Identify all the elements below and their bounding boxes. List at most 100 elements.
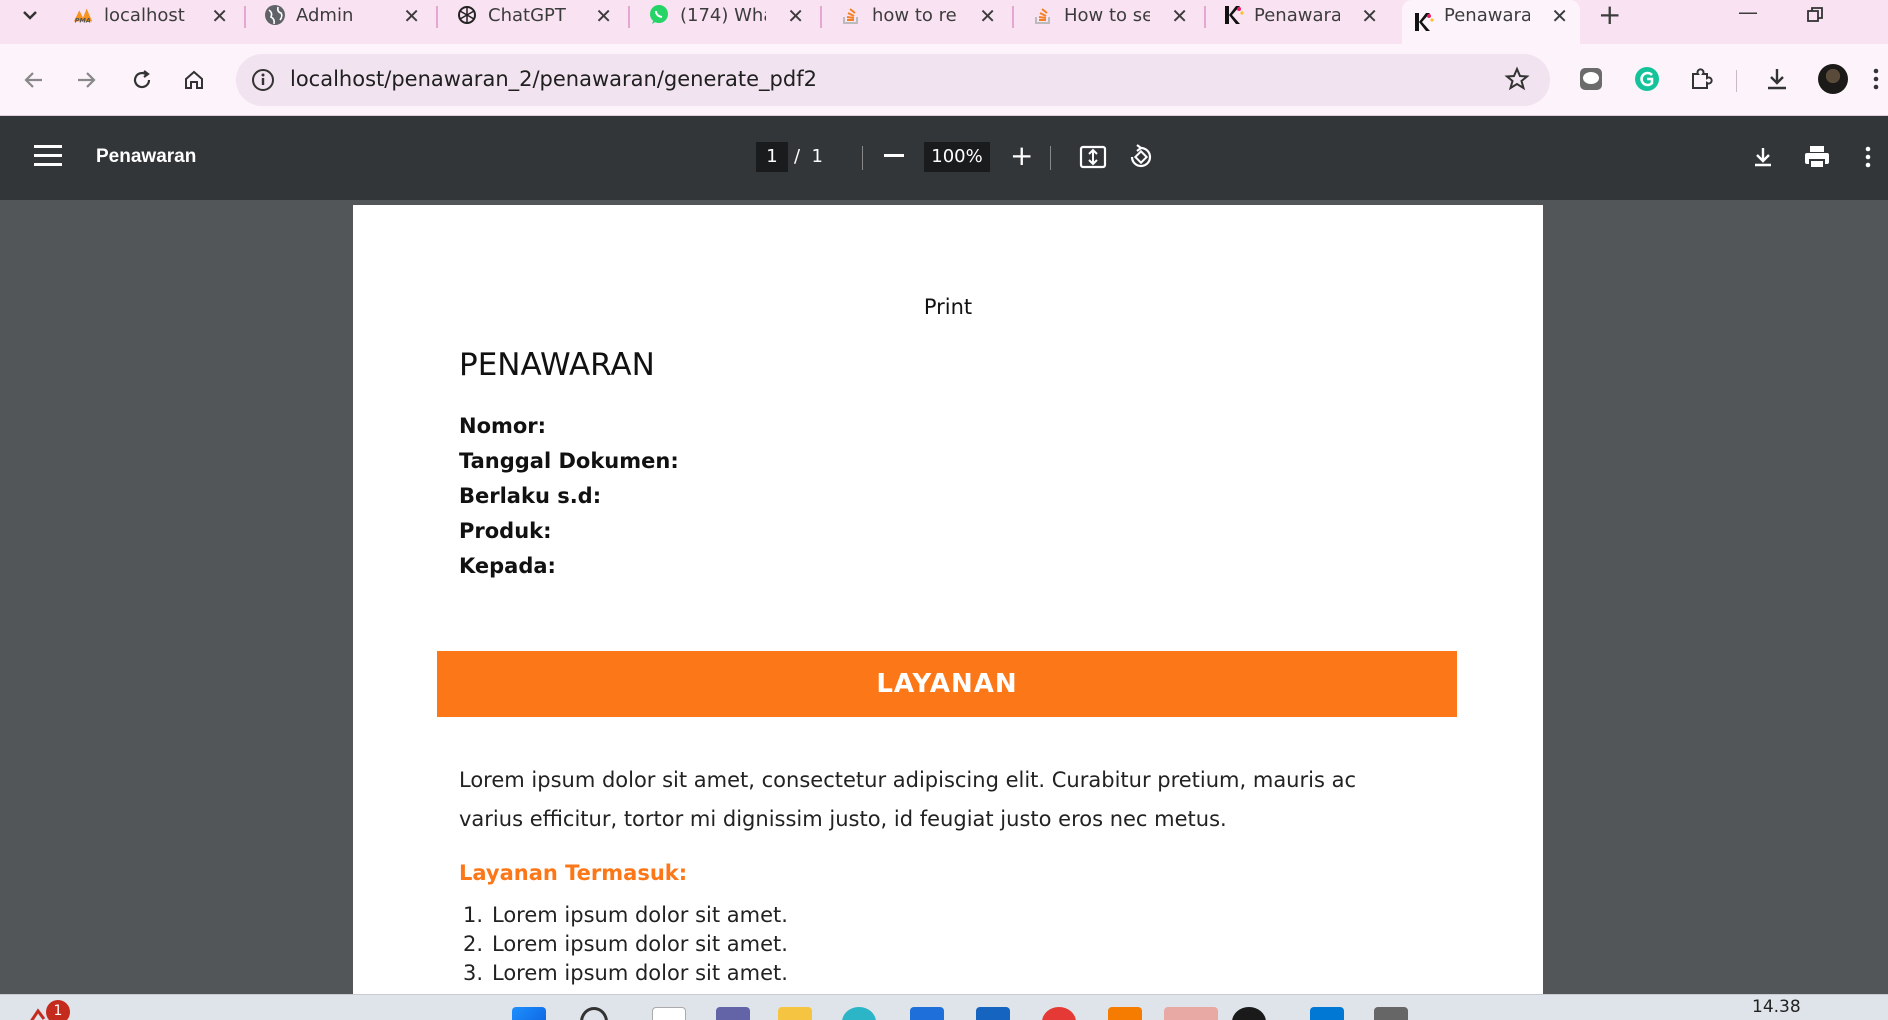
tab-penawaran-active[interactable]: Penawaran ✕ (1402, 0, 1580, 44)
close-tab-icon[interactable]: ✕ (1171, 4, 1188, 28)
pdf-download-button[interactable] (1748, 142, 1778, 172)
tab-separator (820, 6, 822, 28)
start-icon[interactable] (512, 1007, 546, 1020)
close-tab-icon[interactable]: ✕ (979, 4, 996, 28)
chevron-down-icon (23, 11, 37, 20)
zoom-input[interactable]: 100% (924, 142, 990, 172)
address-bar[interactable]: localhost/penawaran_2/penawaran/generate… (236, 54, 1550, 106)
list-item: 1. Lorem ipsum dolor sit amet. (463, 903, 788, 927)
extensions-puzzle-icon[interactable] (1686, 64, 1716, 94)
tab-title: Penawaran (1254, 4, 1340, 26)
toolbar-divider (1736, 70, 1737, 92)
terminal-icon[interactable] (1374, 1007, 1408, 1020)
fit-page-button[interactable] (1078, 142, 1108, 172)
field-tanggal-dokumen: Tanggal Dokumen: (459, 449, 679, 473)
close-tab-icon[interactable]: ✕ (211, 4, 228, 28)
browser-toolbar: localhost/penawaran_2/penawaran/generate… (0, 44, 1888, 116)
profile-avatar[interactable] (1818, 64, 1848, 94)
chrome-profile-icon[interactable] (1232, 1007, 1266, 1020)
back-button[interactable] (16, 62, 52, 98)
reload-button[interactable] (124, 62, 160, 98)
app-icon-red[interactable] (1042, 1007, 1076, 1020)
task-view-icon[interactable] (652, 1007, 686, 1020)
minimize-button[interactable]: — (1738, 0, 1758, 24)
url-text[interactable]: localhost/penawaran_2/penawaran/generate… (290, 67, 817, 91)
home-icon (185, 70, 203, 89)
home-button[interactable] (176, 62, 212, 98)
site-info-icon[interactable] (250, 67, 276, 93)
k-logo-icon (1222, 4, 1244, 26)
restore-button[interactable] (1806, 0, 1824, 29)
pdf-print-button[interactable] (1802, 142, 1832, 172)
tab-title: (174) What (680, 4, 766, 26)
svg-text:PMA: PMA (75, 16, 91, 24)
tab-title: ChatGPT (488, 4, 566, 26)
toolbar-divider (1050, 146, 1051, 170)
tab-whatsapp[interactable]: (174) What ✕ (648, 0, 816, 30)
stackoverflow-icon (1032, 4, 1054, 26)
k-logo-icon (1412, 11, 1434, 33)
store-icon[interactable] (910, 1007, 944, 1020)
close-tab-icon[interactable]: ✕ (1551, 4, 1568, 28)
close-tab-icon[interactable]: ✕ (1361, 4, 1378, 28)
downloads-button[interactable] (1762, 64, 1792, 94)
download-icon (1768, 69, 1786, 90)
line-extension-icon[interactable] (1576, 64, 1606, 94)
field-berlaku: Berlaku s.d: (459, 484, 602, 508)
pdf-more-button[interactable] (1860, 142, 1876, 172)
arrow-left-icon (24, 72, 42, 88)
tab-separator (628, 6, 630, 28)
stackoverflow-icon (840, 4, 862, 26)
close-tab-icon[interactable]: ✕ (787, 4, 804, 28)
page-separator: / (794, 146, 801, 167)
list-item: 3. Lorem ipsum dolor sit amet. (463, 961, 788, 985)
new-tab-button[interactable]: + (1598, 0, 1621, 30)
tab-admin[interactable]: Admin ✕ (264, 0, 432, 30)
zoom-out-button[interactable] (884, 154, 904, 157)
pdf-toolbar: Penawaran 1 / 1 100% + (0, 116, 1888, 200)
tab-title: Admin (296, 4, 354, 26)
page-number-input[interactable]: 1 (756, 142, 788, 172)
hamburger-menu-icon[interactable] (34, 145, 62, 169)
more-vert-icon (1873, 68, 1879, 90)
tab-separator (244, 6, 246, 28)
tab-search-button[interactable] (12, 0, 48, 30)
tab-chatgpt[interactable]: ChatGPT ✕ (456, 0, 624, 30)
outlook-icon[interactable] (976, 1007, 1010, 1020)
tab-phpmyadmin[interactable]: PMA localhost / ✕ (72, 0, 240, 30)
page-count: / 1 (794, 146, 823, 167)
bookmark-star-icon[interactable] (1504, 66, 1530, 92)
included-list: 1. Lorem ipsum dolor sit amet. 2. Lorem ip… (459, 901, 788, 988)
close-tab-icon[interactable]: ✕ (403, 4, 420, 28)
tab-title: how to rep (872, 4, 958, 26)
tab-penawaran-1[interactable]: Penawaran ✕ (1222, 0, 1390, 30)
tab-separator (436, 6, 438, 28)
notification-badge: 1 (46, 1000, 70, 1020)
teams-icon[interactable] (716, 1007, 750, 1020)
tab-stackoverflow-1[interactable]: how to rep ✕ (840, 0, 1008, 30)
edge-icon[interactable] (842, 1007, 876, 1020)
zoom-in-button[interactable]: + (1010, 142, 1033, 170)
xampp-icon[interactable] (1108, 1007, 1142, 1020)
phpmyadmin-icon: PMA (72, 4, 94, 26)
grammarly-extension-icon[interactable] (1632, 64, 1662, 94)
forward-button[interactable] (68, 62, 104, 98)
taskbar: 1 14.38 (0, 994, 1888, 1020)
section-banner: LAYANAN (437, 651, 1457, 717)
more-vert-icon (1865, 146, 1871, 168)
search-icon[interactable] (580, 1007, 608, 1020)
restore-icon (1807, 7, 1823, 22)
chatgpt-icon (456, 4, 478, 26)
close-tab-icon[interactable]: ✕ (595, 4, 612, 28)
active-app-icon[interactable] (1164, 1007, 1218, 1020)
section-paragraph: Lorem ipsum dolor sit amet, consectetur … (459, 768, 1356, 831)
pdf-title: Penawaran (96, 146, 197, 167)
tab-stackoverflow-2[interactable]: How to set ✕ (1032, 0, 1200, 30)
vscode-icon[interactable] (1310, 1007, 1344, 1020)
rotate-button[interactable] (1126, 142, 1156, 172)
total-pages: 1 (811, 146, 823, 167)
browser-menu-button[interactable] (1866, 64, 1886, 94)
clock-time: 14.38 (1752, 997, 1801, 1017)
arrow-right-icon (78, 72, 96, 88)
file-explorer-icon[interactable] (778, 1007, 812, 1020)
